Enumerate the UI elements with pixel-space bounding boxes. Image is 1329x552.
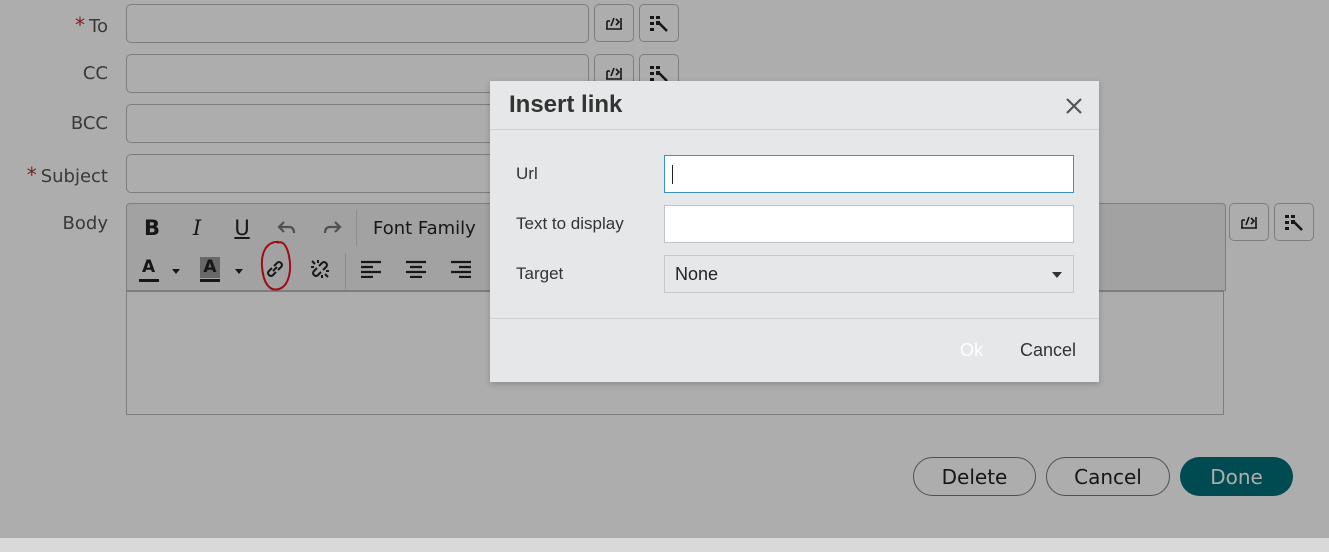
close-icon [1066,98,1082,114]
text-to-display-label: Text to display [516,214,624,233]
text-cursor [672,165,673,184]
dialog-header: Insert link [490,81,1099,130]
close-button[interactable] [1062,94,1086,118]
chevron-down-icon [1052,272,1062,278]
ok-button[interactable]: Ok [960,340,983,361]
bottom-strip [0,538,1329,552]
dialog-footer-divider [490,318,1099,319]
insert-link-dialog: Insert link Url Text to display Target N… [490,81,1099,382]
url-input[interactable] [664,155,1074,193]
target-select[interactable]: None [664,255,1074,293]
target-select-value: None [675,264,719,284]
url-label: Url [516,164,538,183]
dialog-cancel-button[interactable]: Cancel [1020,340,1076,361]
text-to-display-input[interactable] [664,205,1074,243]
target-label: Target [516,264,564,283]
dialog-title: Insert link [509,91,623,118]
